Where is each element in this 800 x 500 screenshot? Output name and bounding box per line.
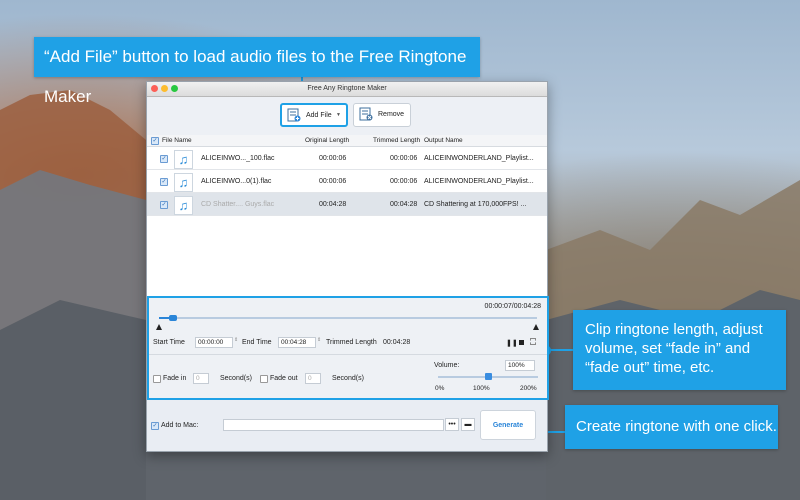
time-display: 00:00:07/00:04:28 [484,303,541,310]
end-time-stepper-icon[interactable]: ⇕ [317,337,321,343]
header-output-name[interactable]: Output Name [424,135,463,146]
row-file-name: ALICEINWO...0(1).flac [201,178,272,185]
header-trimmed-length[interactable]: Trimmed Length [373,135,420,146]
fade-out-field[interactable]: 0 [305,373,321,384]
start-time-stepper-icon[interactable]: ⇕ [234,337,238,343]
select-all-checkbox[interactable]: ✓ [151,137,159,145]
generate-button[interactable]: Generate [480,410,536,440]
volume-field[interactable]: 100% [505,360,535,371]
row-original-length: 00:04:28 [319,201,347,208]
playhead-handle[interactable] [169,315,178,321]
row-trimmed-length: 00:00:06 [390,155,418,162]
fade-in-field[interactable]: 0 [193,373,209,384]
zoom-window-button[interactable] [171,85,178,92]
row-trimmed-length: 00:04:28 [390,201,418,208]
close-window-button[interactable] [151,85,158,92]
list-header: ✓ File Name Original Length Trimmed Leng… [147,135,547,147]
remove-button[interactable]: Remove [353,103,411,127]
add-to-mac-label: Add to Mac: [161,422,199,429]
volume-slider[interactable] [438,373,538,380]
start-trim-handle[interactable] [156,324,162,330]
toolbar: Add File ▼ Remove [147,97,547,136]
row-file-name: ALICEINWO..._100.flac [201,155,275,162]
end-time-field[interactable]: 00:04:28 [278,337,316,348]
row-checkbox[interactable]: ✓ [160,155,168,163]
callout-generate: Create ringtone with one click. [565,405,778,449]
row-output-name: CD Shattering at 170,000FPS! ... [424,201,527,208]
table-row[interactable]: ✓ ♫ ALICEINWO...0(1).flac 00:00:06 00:00… [147,170,547,193]
volume-min-label: 0% [435,385,445,392]
dropdown-arrow-icon[interactable]: ▼ [336,112,341,118]
callout-add-file: “Add File” button to load audio files to… [34,37,480,106]
volume-label: Volume: [434,362,460,369]
row-output-name: ALICEINWONDERLAND_Playlist... [424,178,534,185]
add-to-mac-checkbox[interactable]: ✓ [151,422,159,430]
open-folder-icon[interactable]: ▬ [461,418,475,431]
volume-mid-label: 100% [473,385,490,392]
remove-file-icon [359,107,373,121]
loop-icon[interactable] [530,338,536,345]
trimmed-length-label: Trimmed Length [326,339,377,346]
row-original-length: 00:00:06 [319,178,347,185]
header-file-name[interactable]: File Name [162,135,192,146]
table-row[interactable]: ✓ ♫ CD Shatter.... Guys.flac 00:04:28 00… [147,193,547,216]
add-file-icon [287,108,301,122]
end-time-label: End Time [242,339,272,346]
minimize-window-button[interactable] [161,85,168,92]
window-title: Free Any Ringtone Maker [307,85,387,92]
volume-max-label: 200% [520,385,537,392]
start-time-label: Start Time [153,339,185,346]
music-note-icon: ♫ [174,150,193,169]
file-list: ✓ File Name Original Length Trimmed Leng… [147,135,547,296]
playback-progress [159,317,170,319]
music-note-icon: ♫ [174,173,193,192]
clip-editor-panel: 00:00:07/00:04:28 Start Time 00:00:00 ⇕ … [147,296,549,400]
add-file-label: Add File [306,112,332,119]
fade-out-label: Fade out [270,375,298,382]
fade-in-label: Fade in [163,375,187,382]
start-time-field[interactable]: 00:00:00 [195,337,233,348]
bottom-bar: ✓ Add to Mac: ••• ▬ Generate [147,400,547,451]
trimmed-length-value: 00:04:28 [383,339,411,346]
header-original-length[interactable]: Original Length [305,135,349,146]
row-output-name: ALICEINWONDERLAND_Playlist... [424,155,534,162]
row-original-length: 00:00:06 [319,155,347,162]
output-path-field[interactable] [223,419,444,431]
volume-knob[interactable] [485,373,492,380]
editor-divider [149,354,547,355]
browse-button[interactable]: ••• [445,418,459,431]
fade-out-checkbox[interactable] [260,375,268,383]
callout-clip-settings: Clip ringtone length, adjust volume, set… [573,310,786,390]
table-row[interactable]: ✓ ♫ ALICEINWO..._100.flac 00:00:06 00:00… [147,147,547,170]
end-trim-handle[interactable] [533,324,539,330]
app-window: Free Any Ringtone Maker Add File ▼ Remov… [146,81,549,452]
music-note-icon: ♫ [174,196,193,215]
row-trimmed-length: 00:00:06 [390,178,418,185]
playback-track[interactable] [159,315,537,321]
stop-icon[interactable] [519,340,524,345]
fade-out-unit: Second(s) [332,375,364,382]
row-checkbox[interactable]: ✓ [160,178,168,186]
title-bar: Free Any Ringtone Maker [147,82,547,97]
row-file-name: CD Shatter.... Guys.flac [201,201,275,208]
add-file-button[interactable]: Add File ▼ [280,103,348,127]
pause-icon[interactable]: ❚❚ [506,339,518,347]
fade-in-checkbox[interactable] [153,375,161,383]
row-checkbox[interactable]: ✓ [160,201,168,209]
remove-label: Remove [378,111,405,118]
fade-in-unit: Second(s) [220,375,252,382]
